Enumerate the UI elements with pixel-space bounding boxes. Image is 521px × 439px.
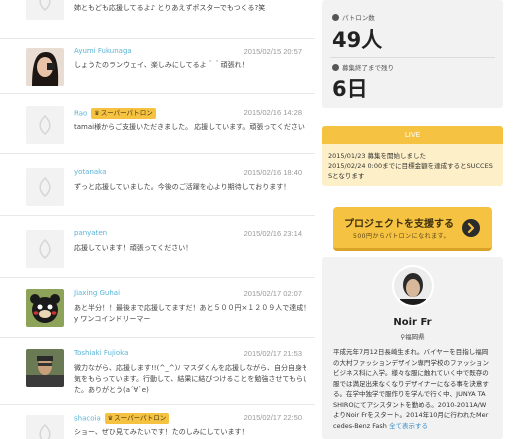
comment-text: しょうたのランウェイ、楽しみにしてるよ＾＾頑張れ！	[74, 61, 249, 69]
comment-author[interactable]: Toshiaki Fujioka	[74, 349, 128, 357]
comment-author[interactable]: Jiaxing Guhai	[74, 289, 120, 297]
comment-item: 姉ともども応援してるよ♪ とりあえずポスターでもつくる?笑	[0, 0, 315, 32]
comment-date: 2015/02/15 20:57	[243, 47, 302, 56]
remaining-label: 募集終了まで残り	[332, 62, 394, 72]
crown-icon: ♛	[94, 110, 100, 117]
default-avatar[interactable]	[26, 415, 64, 439]
comment-text: ショー、ぜひ見てみたいです！たのしみにしています！	[74, 428, 249, 436]
live-feed: LIVE 2015/01/23 募集を開始しました 2015/02/24 0:0…	[322, 126, 503, 186]
comment-date: 2015/02/17 02:07	[243, 289, 302, 298]
project-stats: パトロン数 49人 募集終了まで残り 6日	[322, 0, 503, 108]
support-project-button[interactable]: プロジェクトを支援する 500円からパトロンになれます。	[333, 207, 492, 251]
owner-profile: Noir Fr ⚲福岡県 平成元年7月12日長崎生まれ。バイヤーを目指し福岡 の…	[322, 257, 503, 439]
comment-text: ずっと応援していました。今後のご活躍を心より期待しております！	[74, 183, 291, 191]
owner-name[interactable]: Noir Fr	[322, 317, 503, 328]
user-avatar[interactable]	[26, 48, 64, 86]
comment-author[interactable]: yotanaka	[74, 168, 106, 176]
user-avatar[interactable]	[26, 349, 64, 387]
super-patron-badge: ♛スーパーパトロン	[104, 413, 170, 424]
comment-item: Jiaxing Guhai 2015/02/17 02:07 あと半分！！最後ま…	[0, 277, 315, 337]
user-avatar[interactable]	[26, 289, 64, 327]
comment-item: shacoia ♛スーパーパトロン 2015/02/17 22:50 ショー、ぜひ…	[0, 404, 315, 439]
comment-text: tamai様からご支援いただきました。 応援しています。頑張ってください！	[74, 123, 306, 131]
comment-text: 姉ともども応援してるよ♪ とりあえずポスターでもつくる?笑	[74, 4, 266, 12]
comment-list: 姉ともども応援してるよ♪ とりあえずポスターでもつくる?笑 Ayumi Fuku…	[0, 0, 315, 439]
comment-author[interactable]: panyaten	[74, 229, 107, 237]
comment-item: panyaten 2015/02/16 23:14 応援しています！頑張ってくだ…	[0, 215, 315, 277]
default-avatar[interactable]	[26, 168, 64, 206]
owner-avatar[interactable]	[392, 265, 434, 307]
comment-author[interactable]: Rao ♛スーパーパトロン	[74, 108, 156, 119]
comment-date: 2015/02/16 23:14	[243, 229, 302, 238]
comment-date: 2015/02/17 21:53	[243, 349, 302, 358]
people-icon	[332, 14, 339, 21]
comment-date: 2015/02/16 14:28	[243, 108, 302, 117]
clock-icon	[332, 64, 339, 71]
comment-item: Toshiaki Fujioka 2015/02/17 21:53 微力ながら、…	[0, 337, 315, 404]
live-header: LIVE	[322, 126, 503, 144]
divider	[330, 57, 495, 58]
comment-author[interactable]: Ayumi Fukunaga	[74, 47, 132, 55]
project-sidebar: パトロン数 49人 募集終了まで残り 6日 LIVE 2015/01/23 募集…	[322, 0, 503, 439]
live-text: 2015/01/23 募集を開始しました 2015/02/24 0:00までに目…	[328, 152, 493, 180]
default-avatar[interactable]	[26, 230, 64, 268]
default-avatar	[26, 0, 64, 20]
owner-bio: 平成元年7月12日長崎生まれ。バイヤーを目指し福岡 の大村ファッションデザイン専…	[333, 348, 489, 430]
comment-item: Rao ♛スーパーパトロン 2015/02/16 14:28 tamai様からご支…	[0, 93, 315, 153]
comment-author[interactable]: shacoia ♛スーパーパトロン	[74, 413, 170, 424]
comment-item: Ayumi Fukunaga 2015/02/15 20:57 しょうたのランウ…	[0, 38, 315, 93]
support-label: プロジェクトを支援する	[344, 219, 454, 230]
patrons-label: パトロン数	[332, 12, 375, 22]
remaining-days: 6日	[332, 77, 368, 101]
show-all-link[interactable]: 全て表示する	[389, 422, 428, 430]
crown-icon: ♛	[107, 415, 114, 422]
arrow-right-icon	[462, 219, 480, 237]
comment-text: 応援しています！頑張ってください！	[74, 244, 193, 252]
support-sub-label: 500円からパトロンになれます。	[353, 233, 451, 240]
comment-text: 微力ながら、応援します!!(^_^)ﾉ マスダくんを応援しながら、自分自身も勇気…	[74, 364, 306, 394]
comment-text: あと半分！！最後まで応援してますだ！あと５００円×１２０９人で達成！ by ワン…	[74, 304, 306, 323]
super-patron-badge: ♛スーパーパトロン	[91, 108, 156, 119]
comment-date: 2015/02/17 22:50	[243, 413, 302, 422]
comment-date: 2015/02/16 18:40	[243, 168, 302, 177]
comment-item: yotanaka 2015/02/16 18:40 ずっと応援していました。今後…	[0, 153, 315, 215]
patrons-count: 49人	[332, 28, 383, 52]
owner-location: ⚲福岡県	[400, 333, 425, 341]
default-avatar[interactable]	[26, 106, 64, 144]
